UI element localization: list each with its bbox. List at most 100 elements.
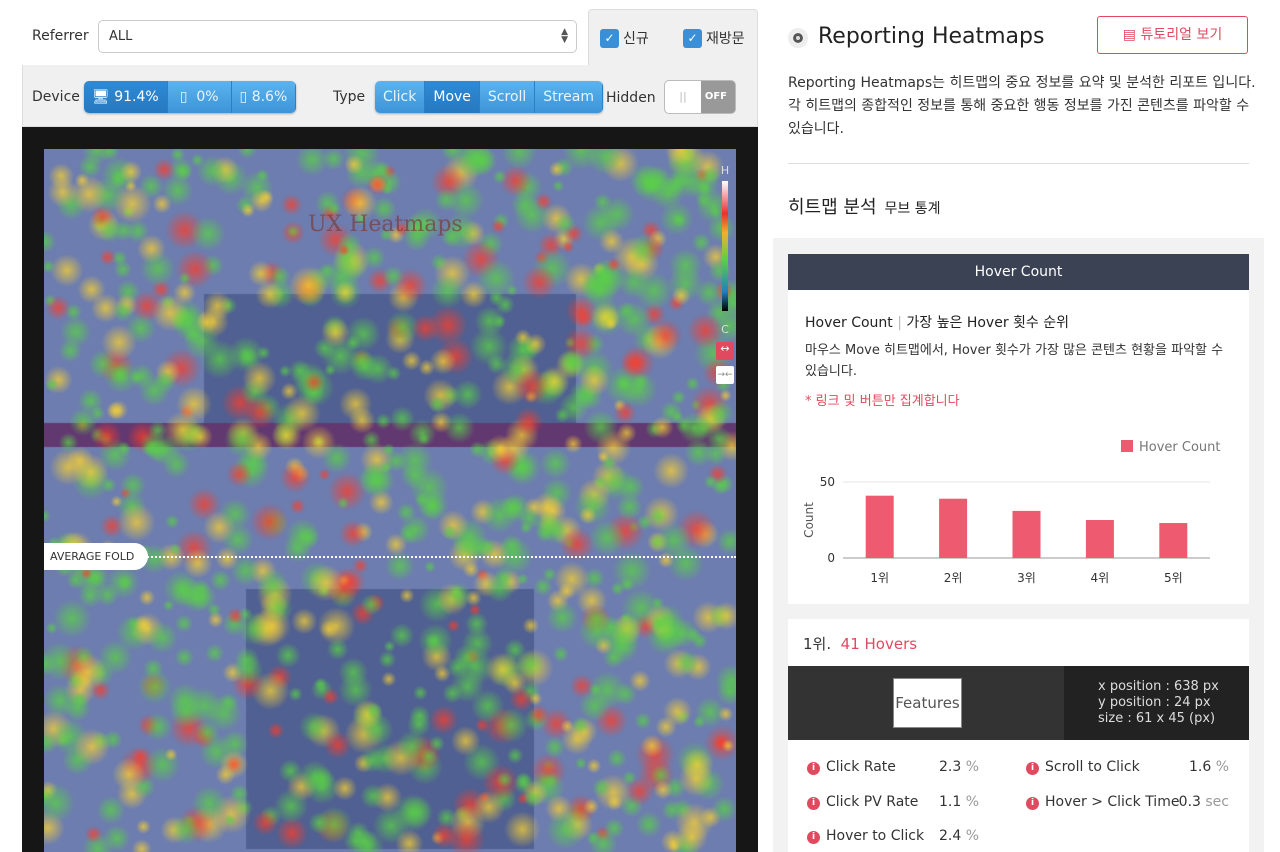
- stat-item: i Click Rate 2.3 %: [807, 759, 979, 775]
- card-title: Hover Count: [805, 315, 893, 331]
- visitor-filter: ✓ 신규 ✓ 재방문: [588, 9, 758, 69]
- stat-item: i Hover > Click Time 0.3 sec: [1026, 794, 1229, 810]
- check-icon: ✓: [600, 28, 619, 48]
- device-mobile-button[interactable]: ▯ 8.6%: [231, 81, 297, 113]
- bar[interactable]: [865, 495, 894, 558]
- card-note: * 링크 및 버튼만 집계합니다: [805, 394, 960, 409]
- page-preview-title: UX Heatmaps: [308, 212, 463, 237]
- rank-label: 1위.: [803, 635, 832, 653]
- stat-number: 1.1: [938, 794, 962, 810]
- title-bullet-icon: [788, 28, 808, 48]
- referrer-select[interactable]: ALL ▲ ▼: [98, 20, 577, 53]
- type-scroll-tab[interactable]: Scroll: [479, 81, 536, 113]
- y-axis-label: Count: [802, 502, 816, 538]
- info-icon[interactable]: i: [807, 831, 820, 844]
- returning-visitor-checkbox[interactable]: ✓ 재방문: [683, 28, 745, 48]
- bar[interactable]: [939, 498, 968, 558]
- x-tick-label: 1위: [870, 571, 889, 585]
- hover-count-chart: 0 50 Count 1위 2위 3위 4위 5위 Hover Count: [802, 440, 1221, 585]
- type-label: Type: [333, 89, 366, 105]
- toggle-state: OFF: [704, 91, 727, 102]
- info-icon[interactable]: i: [1026, 762, 1039, 775]
- info-icon[interactable]: i: [1026, 797, 1039, 810]
- fold-line: [136, 556, 736, 558]
- stat-unit: sec: [1205, 794, 1229, 810]
- y-tick-label: 50: [820, 475, 835, 489]
- stat-number: 1.6: [1188, 759, 1212, 775]
- hover-count-card: Hover Count | 가장 높은 Hover 횟수 순위 마우스 Move…: [788, 290, 1249, 604]
- x-tick-label: 5위: [1164, 571, 1183, 585]
- x-tick-label: 4위: [1091, 571, 1110, 585]
- check-icon: ✓: [683, 28, 702, 48]
- heatmap-canvas[interactable]: [44, 149, 736, 852]
- tablet-share: 0%: [196, 89, 219, 105]
- stat-label: Click Rate: [826, 759, 896, 775]
- bar[interactable]: [1159, 523, 1188, 558]
- legend-swatch: [1121, 440, 1133, 452]
- bar[interactable]: [1085, 520, 1114, 558]
- x-tick-label: 3위: [1017, 571, 1036, 585]
- stat-number: 2.4: [938, 828, 962, 844]
- stat-label: Hover to Click: [826, 828, 925, 844]
- new-label: 신규: [623, 31, 649, 47]
- section-subtitle: 무브 통계: [884, 201, 941, 217]
- hidden-label: Hidden: [606, 90, 656, 106]
- element-preview: Features x position : 638 px y position :…: [788, 666, 1249, 740]
- device-label: Device: [32, 89, 80, 105]
- referrer-value: ALL: [109, 29, 133, 44]
- report-description: Reporting Heatmaps는 히트맵의 중요 정보를 요약 및 분석한…: [788, 75, 1256, 137]
- stat-value: 1.6 %: [1189, 759, 1229, 775]
- type-stream-tab[interactable]: Stream: [535, 81, 603, 113]
- legend-low: C: [721, 323, 729, 336]
- hidden-toggle[interactable]: || OFF: [664, 80, 736, 114]
- type-move-tab[interactable]: Move: [425, 81, 480, 113]
- tutorial-icon: ▤: [1122, 27, 1137, 43]
- heat-legend: H C ↔ →←: [716, 164, 734, 399]
- tutorial-label: 튜토리얼 보기: [1140, 27, 1223, 43]
- device-desktop-button[interactable]: 🖥 91.4%: [84, 81, 168, 113]
- type-selector: Click Move Scroll Stream: [375, 81, 603, 113]
- legend-gradient: [722, 181, 728, 311]
- new-visitor-checkbox[interactable]: ✓ 신규: [600, 28, 649, 48]
- device-tablet-button[interactable]: ▯ 0%: [167, 81, 232, 113]
- divider: [788, 163, 1249, 164]
- card-description: 마우스 Move 히트맵에서, Hover 횟수가 가장 많은 콘텐츠 현황을 …: [805, 343, 1224, 379]
- stat-label: Click PV Rate: [826, 794, 919, 810]
- stat-item: i Click PV Rate 1.1 %: [807, 794, 979, 810]
- stat-item: i Scroll to Click 1.6 %: [1026, 759, 1229, 775]
- legend-label: Hover Count: [1139, 440, 1221, 455]
- section-heading: 히트맵 분석 무브 통계: [788, 193, 941, 219]
- stat-value: 2.3 %: [939, 759, 979, 775]
- expand-icon[interactable]: ↔: [716, 342, 734, 360]
- element-size: size : 61 x 45 (px): [1098, 711, 1216, 726]
- collapse-icon[interactable]: →←: [716, 366, 734, 384]
- stat-value: 1.1 %: [939, 794, 979, 810]
- rank-hovers: 41 Hovers: [840, 635, 918, 653]
- info-icon[interactable]: i: [807, 797, 820, 810]
- legend-high: H: [720, 164, 730, 177]
- average-fold-marker[interactable]: AVERAGE FOLD: [44, 543, 149, 570]
- stat-number: 2.3: [938, 759, 962, 775]
- stat-unit: %: [965, 794, 979, 810]
- element-thumbnail[interactable]: Features: [893, 678, 962, 728]
- y-position: y position : 24 px: [1098, 695, 1211, 710]
- mobile-share: 8.6%: [251, 89, 288, 105]
- stat-label: Scroll to Click: [1045, 759, 1140, 775]
- desktop-share: 91.4%: [114, 89, 159, 105]
- stat-unit: %: [965, 759, 979, 775]
- info-icon[interactable]: i: [807, 762, 820, 775]
- returning-label: 재방문: [706, 31, 745, 47]
- stat-value: 2.4 %: [939, 828, 979, 844]
- bar[interactable]: [1012, 510, 1041, 558]
- report-title: Reporting Heatmaps: [818, 24, 1045, 49]
- stat-value: 0.3 sec: [1179, 794, 1229, 810]
- section-title: 히트맵 분석: [788, 197, 877, 218]
- stat-number: 0.3: [1178, 794, 1201, 810]
- stat-unit: %: [965, 828, 979, 844]
- device-selector: 🖥 91.4% ▯ 0% ▯ 8.6%: [84, 81, 297, 113]
- card-subtitle: 가장 높은 Hover 횟수 순위: [906, 315, 1069, 331]
- tab-hover-count[interactable]: Hover Count: [788, 254, 1249, 297]
- type-click-tab[interactable]: Click: [375, 81, 426, 113]
- toggle-knob: ||: [665, 81, 701, 113]
- tutorial-button[interactable]: ▤ 튜토리얼 보기: [1097, 16, 1248, 54]
